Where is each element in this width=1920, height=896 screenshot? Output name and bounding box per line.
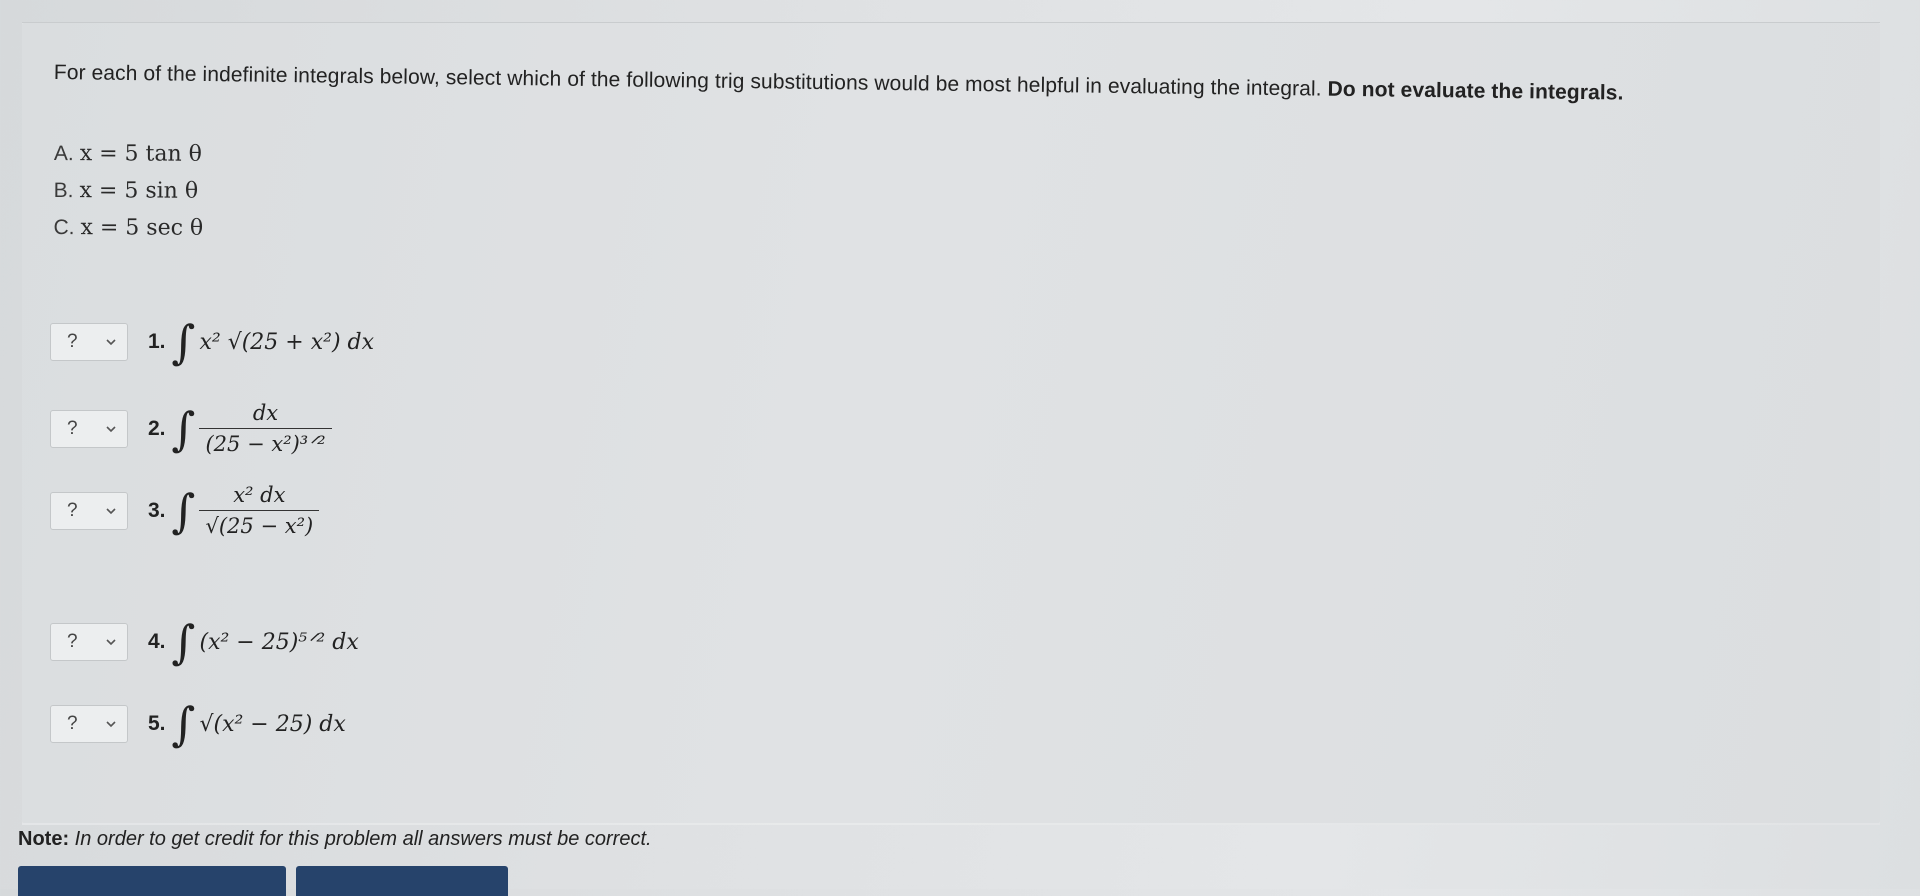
choice-math: x = 5 sec θ [80,215,204,241]
choice-letter: C. [53,215,75,239]
integrand-fraction: x² dx √(25 − x²) [199,483,320,538]
integral-item-3: ? 3. ∫ x² dx √(25 − x²) [50,483,320,538]
fraction-numerator: dx [252,401,279,425]
chevron-down-icon [106,339,116,346]
item-number: 5. [148,712,166,735]
choice-c: C. x = 5 sec θ [53,209,203,247]
integral-item-4: ? 4. ∫ (x² − 25)⁵ᐟ² dx [50,619,359,665]
item-number: 3. [148,498,166,522]
chevron-down-icon [106,721,116,728]
substitution-choices: A. x = 5 tan θ B. x = 5 sin θ C. x = 5 s… [53,135,203,247]
choice-math: x = 5 sin θ [79,178,199,204]
answer-select-4[interactable]: ? [50,623,128,661]
fraction-denominator: (25 − x²)³ᐟ² [199,428,332,456]
choice-letter: B. [53,178,74,202]
prompt-bold-instruction: Do not evaluate the integrals. [1327,77,1624,105]
integral-item-1: ? 1. ∫ x² √(25 + x²) dx [50,319,374,365]
item-number: 1. [148,330,166,353]
item-number: 4. [148,630,166,653]
item-number: 2. [148,416,166,440]
answer-select-value: ? [67,499,78,521]
note-text: In order to get credit for this problem … [74,828,652,850]
fraction-numerator: x² dx [233,483,286,507]
choice-b: B. x = 5 sin θ [54,172,204,210]
problem-panel: For each of the indefinite integrals bel… [22,22,1880,825]
answer-select-2[interactable]: ? [50,409,128,448]
answer-select-3[interactable]: ? [50,491,128,530]
integrand: x² √(25 + x²) dx [199,329,375,355]
integral-item-5: ? 5. ∫ √(x² − 25) dx [50,701,346,747]
integral-sign: ∫ [171,483,196,538]
integrand-fraction: dx (25 − x²)³ᐟ² [199,401,332,456]
question-prompt: For each of the indefinite integrals bel… [54,61,1624,106]
integrand: √(x² − 25) dx [199,711,346,737]
answer-select-1[interactable]: ? [50,323,128,361]
integral-sign: ∫ [171,401,196,456]
question-card: For each of the indefinite integrals bel… [22,23,1880,823]
answer-select-value: ? [67,331,78,352]
answer-select-value: ? [67,417,78,439]
chevron-down-icon [106,425,116,432]
footer-button-left[interactable] [18,866,286,896]
answer-select-5[interactable]: ? [50,705,128,743]
integral-sign: ∫ [171,315,196,369]
answer-select-value: ? [67,631,78,652]
fraction-denominator: √(25 − x²) [199,510,320,538]
choice-letter: A. [53,141,74,165]
answer-select-value: ? [67,713,78,734]
integrand: (x² − 25)⁵ᐟ² dx [199,629,359,655]
footer-button-right[interactable] [296,866,508,896]
chevron-down-icon [106,507,116,514]
choice-math: x = 5 tan θ [79,141,202,167]
note-label: Note: [18,828,70,850]
prompt-text: For each of the indefinite integrals bel… [53,61,1322,101]
choice-a: A. x = 5 tan θ [54,135,204,173]
integral-item-2: ? 2. ∫ dx (25 − x²)³ᐟ² [50,401,332,456]
chevron-down-icon [106,639,116,646]
integral-sign: ∫ [171,697,196,751]
integral-sign: ∫ [171,615,196,669]
credit-note: Note: In order to get credit for this pr… [18,828,652,851]
